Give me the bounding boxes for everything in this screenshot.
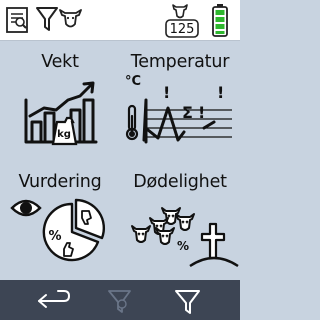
tile-mortality[interactable]: Dødelighet % bbox=[120, 160, 240, 280]
mortality-percent: % bbox=[177, 239, 189, 253]
chart-symbol-excl-3: ! bbox=[217, 83, 224, 102]
tile-weight[interactable]: Vekt kg bbox=[0, 40, 120, 160]
back-arrow-icon bbox=[38, 290, 71, 308]
animal-count-text: 125 bbox=[170, 22, 195, 37]
battery-icon bbox=[208, 0, 232, 40]
herd-count-icon: 125 bbox=[163, 0, 203, 40]
chart-symbol-excl-1: ! bbox=[163, 83, 170, 102]
chart-symbol-sigma: Σ bbox=[182, 103, 193, 122]
weight-chart-icon: kg bbox=[24, 81, 98, 146]
evaluation-pie-icon: % bbox=[10, 198, 105, 262]
chart-symbol-excl-2: ! bbox=[198, 103, 205, 122]
filter-disabled-icon bbox=[108, 290, 131, 313]
filter-disabled-button[interactable] bbox=[80, 280, 160, 320]
cross-icon bbox=[200, 222, 226, 260]
mortality-icon: % bbox=[131, 207, 239, 268]
tile-temperature[interactable]: Temperatur °C ! Σ ! ! bbox=[120, 40, 240, 160]
top-bar: 125 bbox=[0, 0, 240, 41]
filter-animal-icon[interactable] bbox=[34, 0, 88, 36]
pie-percent: % bbox=[48, 229, 61, 244]
report-icon[interactable] bbox=[5, 0, 31, 36]
temperature-chart-icon: °C ! Σ ! ! bbox=[125, 74, 232, 144]
weight-box-text: kg bbox=[57, 129, 71, 140]
filter-icon bbox=[175, 290, 200, 314]
filter-button[interactable] bbox=[150, 280, 230, 320]
screen: 125 Vekt kg Temperatur °C ! Σ ! ! Vurder… bbox=[0, 0, 240, 320]
temperature-unit: °C bbox=[125, 74, 141, 89]
tile-evaluation[interactable]: Vurdering % bbox=[0, 160, 120, 280]
eye-icon bbox=[10, 199, 42, 217]
bottom-bar bbox=[0, 280, 240, 320]
